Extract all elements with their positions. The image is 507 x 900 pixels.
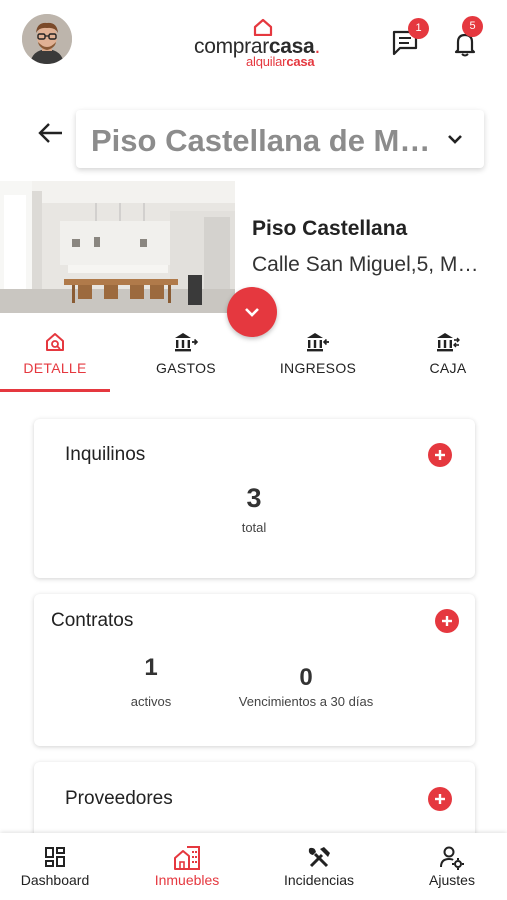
card-title: Proveedores: [65, 788, 173, 809]
building-icon: [174, 846, 200, 870]
card-title: Contratos: [51, 610, 134, 631]
house-search-icon: [46, 333, 64, 351]
nav-label: Incidencias: [283, 872, 355, 888]
tab-ingresos[interactable]: INGRESOS: [262, 320, 374, 396]
bank-out-icon: [175, 333, 199, 352]
user-settings-icon: [440, 846, 464, 870]
logo-house-icon: [253, 18, 273, 36]
property-select[interactable]: Piso Castellana de Madrid: [76, 110, 484, 168]
nav-label: Ajustes: [429, 872, 475, 888]
nav-label: Dashboard: [20, 872, 90, 888]
property-address: Calle San Miguel,5, Madrid: [252, 253, 482, 276]
logo-sub-text: alquilarcasa: [246, 54, 315, 69]
tab-label: INGRESOS: [279, 360, 357, 376]
contracts-card[interactable]: Contratos 1 activos 0 Vencimientos a 30 …: [34, 594, 475, 746]
notifications-badge: 5: [462, 16, 483, 37]
add-tenant-button[interactable]: [428, 443, 452, 467]
messages-badge: 1: [408, 18, 429, 39]
property-tabs: DETALLE GASTOS INGRESOS CAJA: [0, 320, 507, 396]
plus-icon: [442, 616, 452, 626]
bank-transfer-icon: [437, 333, 460, 352]
active-contracts-label: activos: [130, 694, 172, 709]
tools-icon: [308, 847, 330, 868]
plus-icon: [435, 450, 445, 460]
nav-incidencias[interactable]: Incidencias: [272, 833, 366, 900]
tenants-count: 3: [246, 483, 262, 513]
brand-logo: comprarcasa. alquilarcasa: [194, 18, 334, 70]
nav-label: Inmuebles: [154, 872, 220, 888]
nav-inmuebles[interactable]: Inmuebles: [140, 833, 234, 900]
expiring-contracts-count: 0: [299, 664, 313, 691]
nav-dashboard[interactable]: Dashboard: [8, 833, 102, 900]
tenants-card[interactable]: Inquilinos 3 total: [34, 419, 475, 578]
chevron-down-icon: [448, 135, 462, 144]
messages-button[interactable]: 1: [386, 18, 429, 62]
tab-gastos[interactable]: GASTOS: [130, 320, 242, 396]
tab-label: CAJA: [429, 360, 467, 376]
nav-ajustes[interactable]: Ajustes: [405, 833, 499, 900]
card-title: Inquilinos: [65, 444, 146, 465]
plus-icon: [435, 794, 445, 804]
bottom-navigation: Dashboard Inmuebles Incidencias Ajustes: [0, 833, 507, 900]
tab-label: DETALLE: [23, 360, 87, 376]
tab-detalle[interactable]: DETALLE: [0, 320, 110, 396]
expiring-contracts-label: Vencimientos a 30 días: [238, 694, 374, 709]
arrow-left-icon: [38, 123, 62, 143]
top-bar: comprarcasa. alquilarcasa 1 5: [0, 0, 507, 86]
back-button[interactable]: [34, 116, 68, 150]
dashboard-icon: [45, 847, 65, 867]
bank-in-icon: [307, 333, 329, 352]
property-photo[interactable]: [0, 181, 235, 313]
tenants-count-label: total: [241, 520, 267, 535]
property-selector-row: Piso Castellana de Madrid: [0, 106, 507, 168]
add-contract-button[interactable]: [435, 609, 459, 633]
tab-caja[interactable]: CAJA: [394, 320, 502, 396]
property-select-value: Piso Castellana de Madrid: [91, 123, 431, 158]
active-tab-indicator: [0, 389, 110, 392]
tab-label: GASTOS: [156, 360, 216, 376]
notifications-button[interactable]: 5: [448, 16, 488, 62]
user-avatar[interactable]: [22, 14, 72, 64]
active-contracts-count: 1: [144, 654, 158, 681]
property-name: Piso Castellana: [252, 217, 408, 240]
add-provider-button[interactable]: [428, 787, 452, 811]
